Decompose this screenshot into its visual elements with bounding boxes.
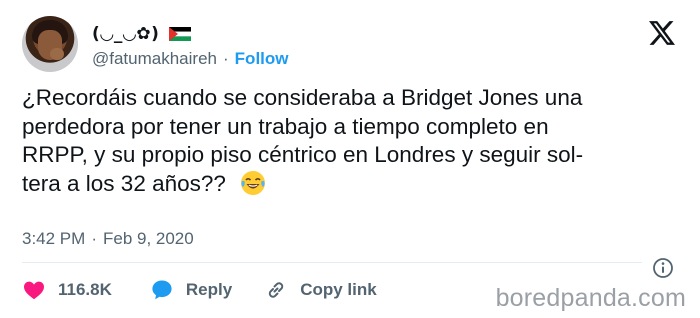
tweet-line-1: ¿Recordáis cuando se consideraba a Bridg…: [22, 85, 583, 110]
link-icon: [269, 282, 284, 298]
timestamp-separator: ·: [91, 229, 97, 248]
avatar-hand: [50, 48, 64, 60]
follow-button[interactable]: Follow: [235, 49, 289, 69]
tweet-line-4: tera a los 32 años??: [22, 170, 682, 199]
reply-button[interactable]: Reply: [150, 278, 232, 302]
user-handle[interactable]: @fatumakhaireh: [92, 49, 217, 69]
watermark: boredpanda.com: [495, 284, 686, 312]
like-count: 116.8K: [58, 280, 112, 299]
tweet-line-3: RRPP, y su propio piso céntrico en Londr…: [22, 142, 584, 167]
divider: [22, 262, 642, 263]
reply-label: Reply: [185, 280, 233, 299]
tweet-line-2: perdedora por tener un trabajo a tiempo …: [22, 113, 549, 139]
avatar[interactable]: [22, 16, 78, 72]
like-button[interactable]: 116.8K: [22, 278, 112, 302]
tweet-text: ¿Recordáis cuando se consideraba a Bridg…: [22, 84, 682, 198]
name-row: (◡_◡✿): [92, 22, 192, 46]
handle-row: @fatumakhaireh · Follow: [92, 48, 289, 70]
action-bar: 116.8K Reply Copy link: [22, 276, 377, 304]
timestamp-row: 3:42 PM · Feb 9, 2020: [22, 228, 194, 250]
handle-separator: ·: [223, 49, 229, 68]
speech-bubble-icon: [152, 280, 172, 300]
copy-link-label: Copy link: [300, 280, 377, 299]
palestine-flag-icon: [169, 27, 192, 41]
tweet-card: (◡_◡✿) @fatumakhaireh · Follow ¿Recordái…: [0, 0, 700, 318]
tweet-time[interactable]: 3:42 PM: [22, 229, 85, 249]
info-icon[interactable]: [652, 257, 674, 279]
face-with-tears-of-joy-icon: [240, 170, 265, 195]
copy-link-button[interactable]: Copy link: [264, 278, 377, 302]
display-name[interactable]: (◡_◡✿): [92, 24, 159, 44]
tweet-date[interactable]: Feb 9, 2020: [103, 229, 194, 249]
tweet-line-4-text: tera a los 32 años??: [22, 170, 226, 196]
x-logo-icon[interactable]: [649, 21, 675, 45]
heart-icon: [24, 281, 44, 300]
